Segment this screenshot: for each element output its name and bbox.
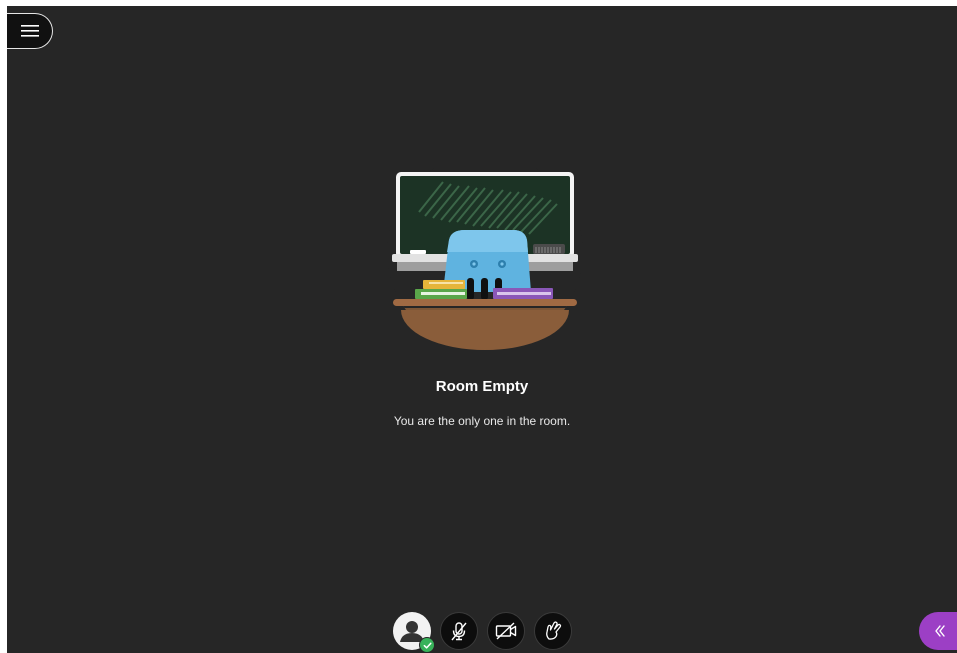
camera-off-icon <box>495 622 517 640</box>
room-empty-subtitle: You are the only one in the room. <box>393 414 571 428</box>
session-menu-button[interactable] <box>7 13 53 49</box>
share-audio-button[interactable] <box>440 612 478 650</box>
hamburger-menu-icon <box>20 25 39 37</box>
my-status-button[interactable] <box>393 612 435 653</box>
double-chevron-left-icon <box>935 625 945 637</box>
session-stage: Room Empty You are the only one in the r… <box>7 6 957 653</box>
raise-hand-button[interactable] <box>534 612 572 650</box>
open-collaborate-panel-button[interactable] <box>919 612 957 650</box>
empty-room-illustration <box>387 168 583 350</box>
available-status-badge <box>419 637 435 653</box>
session-controls <box>393 612 572 653</box>
raise-hand-icon <box>546 621 562 640</box>
microphone-muted-icon <box>451 622 467 641</box>
room-empty-title: Room Empty <box>435 378 529 395</box>
share-video-button[interactable] <box>487 612 525 650</box>
checkmark-icon <box>423 642 432 649</box>
